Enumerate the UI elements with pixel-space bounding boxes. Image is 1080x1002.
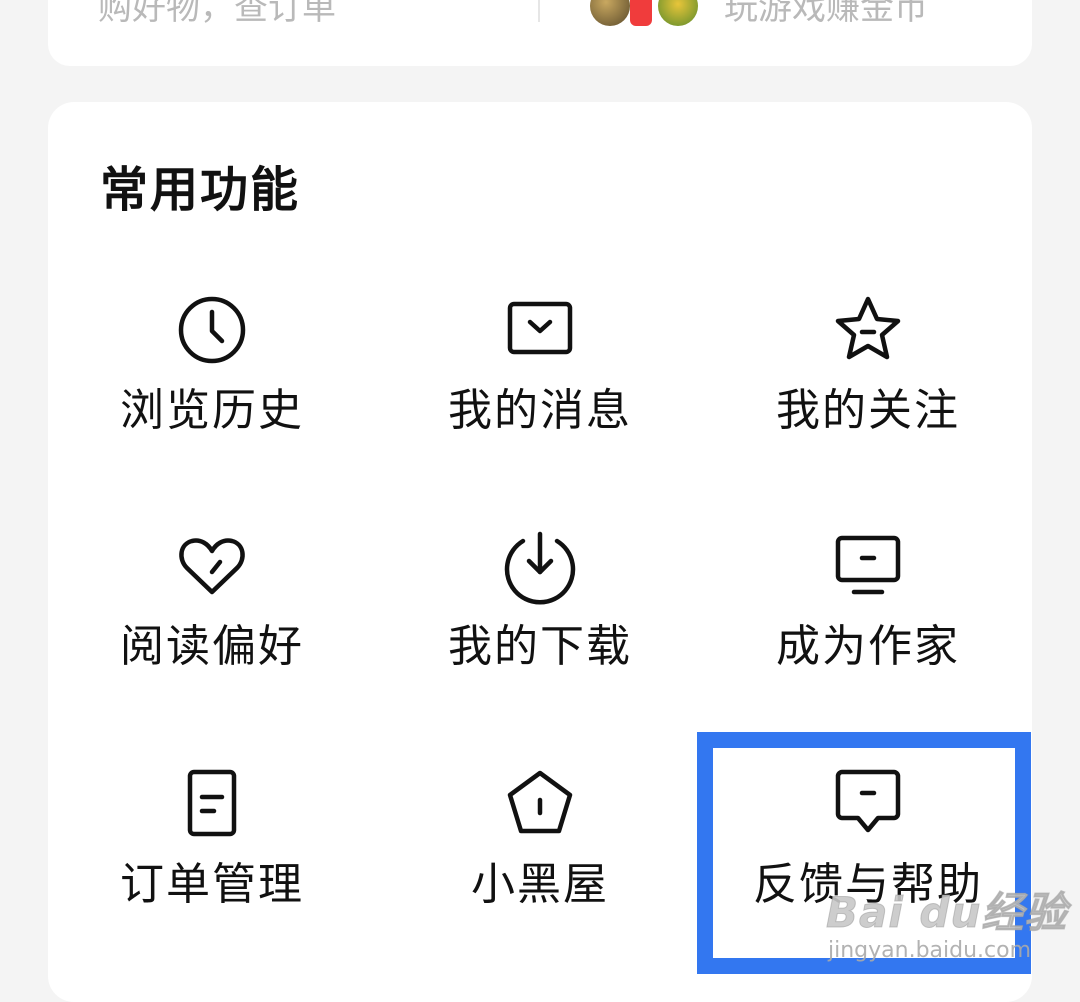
clock-icon bbox=[172, 290, 252, 370]
blacklist-room-item[interactable]: 小黑屋 bbox=[376, 764, 704, 964]
document-icon bbox=[172, 764, 252, 844]
my-follows-label: 我的关注 bbox=[776, 385, 960, 436]
top-card: 购好物，查订单 玩游戏赚金币 bbox=[48, 0, 1032, 66]
reading-preferences-label: 阅读偏好 bbox=[120, 621, 304, 672]
game-thumbnail-3 bbox=[658, 0, 698, 26]
become-author-label: 成为作家 bbox=[776, 621, 960, 672]
feedback-help-label: 反馈与帮助 bbox=[753, 859, 983, 910]
monitor-icon bbox=[828, 526, 908, 606]
message-box-icon bbox=[500, 290, 580, 370]
pentagon-icon bbox=[500, 764, 580, 844]
my-downloads-item[interactable]: 我的下载 bbox=[376, 526, 704, 726]
order-management-item[interactable]: 订单管理 bbox=[48, 764, 376, 964]
game-thumbnail-2 bbox=[630, 0, 652, 26]
game-thumbnails[interactable] bbox=[590, 0, 710, 26]
browse-history-item[interactable]: 浏览历史 bbox=[48, 290, 376, 490]
blacklist-room-label: 小黑屋 bbox=[471, 859, 609, 910]
reading-preferences-item[interactable]: 阅读偏好 bbox=[48, 526, 376, 726]
browse-history-label: 浏览历史 bbox=[120, 385, 304, 436]
become-author-item[interactable]: 成为作家 bbox=[704, 526, 1032, 726]
my-messages-label: 我的消息 bbox=[448, 385, 632, 436]
heart-icon bbox=[172, 526, 252, 606]
game-thumbnail-1 bbox=[590, 0, 630, 26]
my-follows-item[interactable]: 我的关注 bbox=[704, 290, 1032, 490]
play-games-earn-coins-link[interactable]: 玩游戏赚金币 bbox=[724, 0, 928, 28]
star-icon bbox=[828, 290, 908, 370]
common-features-card: 常用功能 浏览历史 我的消息 我的关注 阅读偏好 我的下载 成为作家 订单管理 … bbox=[48, 102, 1032, 1002]
download-icon bbox=[500, 526, 580, 606]
my-messages-item[interactable]: 我的消息 bbox=[376, 290, 704, 490]
my-downloads-label: 我的下载 bbox=[448, 621, 632, 672]
order-management-label: 订单管理 bbox=[120, 859, 304, 910]
chat-bubble-icon bbox=[828, 764, 908, 844]
feedback-help-item[interactable]: 反馈与帮助 bbox=[704, 764, 1032, 964]
section-title: 常用功能 bbox=[100, 162, 301, 218]
divider bbox=[538, 0, 540, 22]
shopping-orders-link[interactable]: 购好物，查订单 bbox=[98, 0, 336, 28]
